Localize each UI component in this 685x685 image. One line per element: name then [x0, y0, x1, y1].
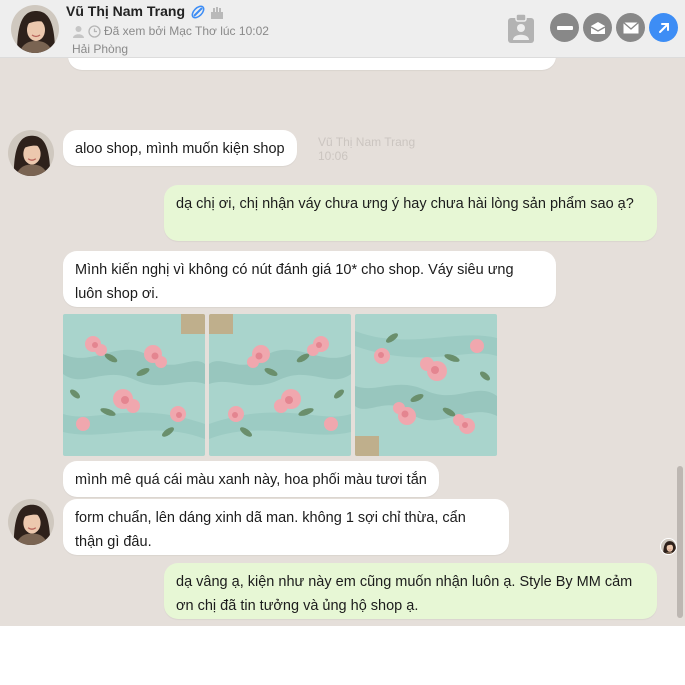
- seen-status: Đã xem bởi Mạc Thơ lúc 10:02: [72, 24, 269, 38]
- seen-avatar: [660, 538, 677, 555]
- message-bubble: dạ chị ơi, chị nhận váy chưa ưng ý hay c…: [164, 185, 657, 241]
- contact-location: Hải Phòng: [72, 42, 129, 56]
- open-external-button[interactable]: [649, 13, 678, 42]
- seen-text: Đã xem bởi Mạc Thơ lúc 10:02: [104, 24, 269, 38]
- message-bubble: Mình kiến nghị vì không có nút đánh giá …: [63, 251, 556, 307]
- minus-button[interactable]: [550, 13, 579, 42]
- mail-icon: [590, 21, 605, 34]
- message-bubble: form chuẩn, lên dáng xinh dã man. không …: [63, 499, 509, 555]
- message-bubble: dạ vâng ạ, kiện như này em cũng muốn nhậ…: [164, 563, 657, 619]
- envelope-button[interactable]: [616, 13, 645, 42]
- message-bubble: mình mê quá cái màu xanh này, hoa phối m…: [63, 461, 439, 497]
- birthday-cake-icon: [211, 7, 223, 19]
- envelope-icon: [622, 21, 639, 33]
- ghost-timestamp: Vũ Thị Nam Trang 10:06: [318, 135, 416, 163]
- chat-header: Vũ Thị Nam Trang Đã xem bởi Mạc Thơ lúc …: [0, 0, 685, 58]
- contact-avatar[interactable]: [8, 130, 54, 176]
- message-bubble: aloo shop, mình muốn kiện shop: [63, 130, 297, 166]
- message-bubble-cut: [68, 58, 556, 70]
- photo-dress-3[interactable]: [355, 314, 497, 456]
- mail-button[interactable]: [583, 13, 612, 42]
- user-icon: [73, 25, 84, 38]
- minus-icon: [556, 25, 573, 30]
- scrollbar[interactable]: [677, 466, 683, 618]
- header-avatar[interactable]: [11, 5, 59, 53]
- open-external-icon: [658, 22, 669, 33]
- contact-avatar[interactable]: [8, 499, 54, 545]
- verified-badge-icon: [191, 5, 205, 19]
- chat-area[interactable]: aloo shop, mình muốn kiện shop Vũ Thị Na…: [0, 58, 685, 626]
- contact-name[interactable]: Vũ Thị Nam Trang: [66, 3, 185, 19]
- photo-dress-1[interactable]: [63, 314, 205, 456]
- clipboard-user-icon[interactable]: [506, 12, 536, 44]
- clock-icon: [88, 24, 101, 38]
- photo-dress-2[interactable]: [209, 314, 351, 456]
